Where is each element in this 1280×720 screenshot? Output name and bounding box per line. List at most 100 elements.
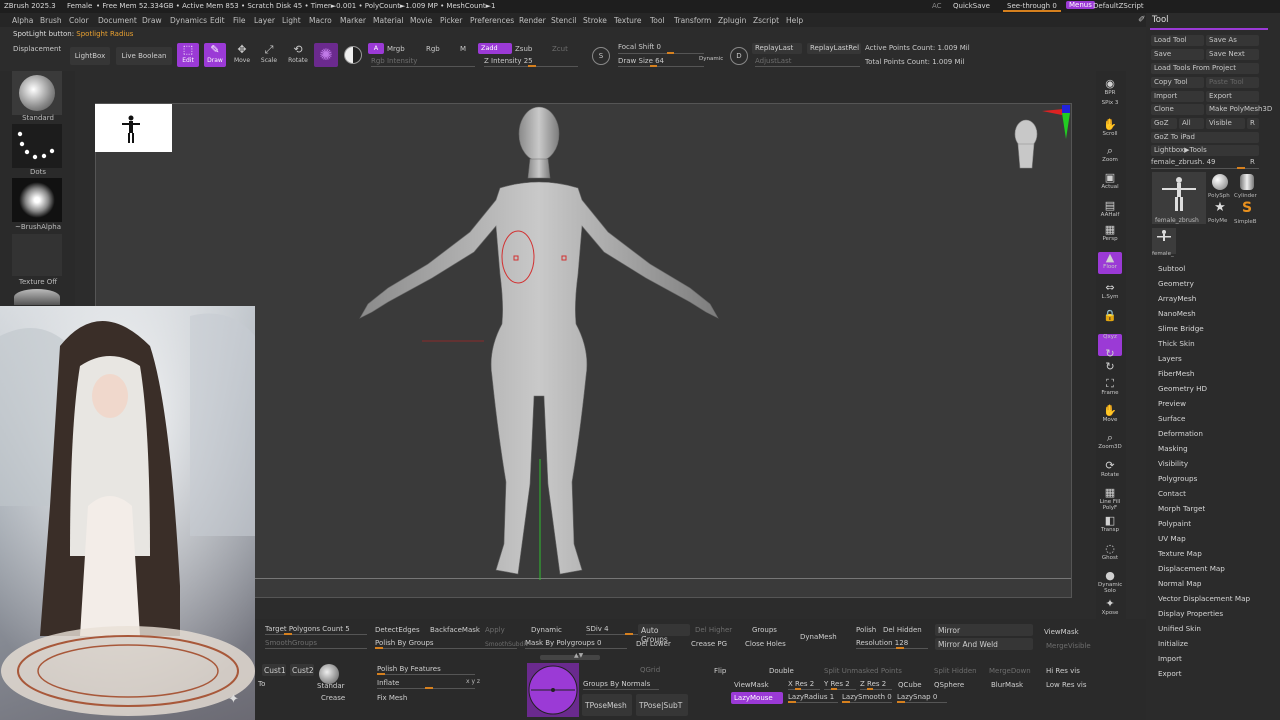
adjustlast-slider[interactable]: AdjustLast bbox=[755, 57, 791, 65]
viewmask-button-2[interactable]: ViewMask bbox=[734, 681, 769, 689]
mirror-button[interactable]: Mirror bbox=[935, 624, 1033, 636]
tool-button-2-0[interactable]: Load Tools From Project bbox=[1151, 63, 1259, 74]
a-toggle[interactable]: A bbox=[368, 43, 384, 54]
xyz-axis-icons[interactable]: x y z bbox=[466, 678, 480, 685]
split-unmasked-button[interactable]: Split Unmasked Points bbox=[824, 667, 902, 675]
view-button-4[interactable]: ▣ Actual bbox=[1098, 172, 1122, 194]
menu-preferences[interactable]: Preferences bbox=[470, 16, 514, 25]
material-sphere-icon[interactable] bbox=[344, 46, 362, 64]
view-button-3[interactable]: ⌕ Zoom bbox=[1098, 145, 1122, 167]
axis-gizmo-icon[interactable] bbox=[1036, 103, 1076, 143]
polish-by-features-slider[interactable]: Polish By Features bbox=[377, 665, 441, 673]
view-button-20[interactable]: ● Dynamic Solo bbox=[1098, 570, 1122, 595]
x-res-slider[interactable]: X Res 2 bbox=[788, 680, 814, 688]
view-button-2[interactable]: ✋ Scroll bbox=[1098, 119, 1122, 141]
menu-alpha[interactable]: Alpha bbox=[12, 16, 33, 25]
subpalette-23[interactable]: Display Properties bbox=[1158, 609, 1223, 618]
subpalette-13[interactable]: Visibility bbox=[1158, 459, 1188, 468]
subpalette-20[interactable]: Displacement Map bbox=[1158, 564, 1225, 573]
tool-button-1-0[interactable]: Save bbox=[1151, 49, 1204, 60]
menu-file[interactable]: File bbox=[233, 16, 246, 25]
tool-button-0-0[interactable]: Load Tool bbox=[1151, 35, 1204, 46]
viewmask-toggle[interactable]: ViewMask bbox=[1044, 628, 1079, 636]
subpalette-12[interactable]: Masking bbox=[1158, 444, 1188, 453]
cust1-button[interactable]: Cust1 bbox=[262, 664, 286, 676]
qgrid-button[interactable]: QGrid bbox=[640, 666, 660, 674]
subpalette-22[interactable]: Vector Displacement Map bbox=[1158, 594, 1250, 603]
tool-r-button[interactable]: R bbox=[1250, 158, 1255, 166]
live-boolean-button[interactable]: Live Boolean bbox=[116, 47, 172, 65]
subpalette-24[interactable]: Unified Skin bbox=[1158, 624, 1201, 633]
lazyradius-slider[interactable]: LazyRadius 1 bbox=[788, 693, 834, 701]
menu-marker[interactable]: Marker bbox=[340, 16, 366, 25]
subpalette-10[interactable]: Surface bbox=[1158, 414, 1185, 423]
view-button-18[interactable]: ◧ Transp bbox=[1098, 515, 1122, 537]
tool-button-6-2[interactable]: Visible bbox=[1206, 118, 1245, 129]
navigator-thumbnail[interactable] bbox=[95, 104, 172, 152]
qcube-button[interactable]: QCube bbox=[898, 681, 922, 689]
subpalette-2[interactable]: ArrayMesh bbox=[1158, 294, 1196, 303]
subpalette-26[interactable]: Import bbox=[1158, 654, 1182, 663]
default-zscript-button[interactable]: DefaultZScript bbox=[1093, 2, 1144, 10]
tool-thumb-female[interactable]: female_zbrush bbox=[1152, 172, 1206, 224]
move-mode-button[interactable]: ✥ Move bbox=[231, 43, 253, 67]
tool-pin-icon[interactable]: ✐ bbox=[1138, 15, 1146, 25]
del-hidden-button[interactable]: Del Hidden bbox=[883, 626, 922, 634]
m-button[interactable]: M bbox=[460, 45, 466, 53]
tool-button-6-3[interactable]: R bbox=[1247, 118, 1259, 129]
hi-res-vis-button[interactable]: Hi Res vis bbox=[1046, 667, 1080, 675]
mergedown-button[interactable]: MergeDown bbox=[989, 667, 1031, 675]
subpalette-5[interactable]: Thick Skin bbox=[1158, 339, 1195, 348]
subpalette-27[interactable]: Export bbox=[1158, 669, 1182, 678]
dynamic-subdiv-button[interactable]: Dynamic bbox=[531, 626, 562, 634]
female-mesh-model[interactable] bbox=[350, 104, 730, 580]
blurmask-button[interactable]: BlurMask bbox=[991, 681, 1023, 689]
edit-mode-button[interactable]: ⬚ Edit bbox=[177, 43, 199, 67]
tool-thumb-polysphere[interactable]: PolySph bbox=[1208, 172, 1232, 199]
view-button-17[interactable]: ▦ Line Fill PolyF bbox=[1098, 487, 1122, 512]
subpalette-6[interactable]: Layers bbox=[1158, 354, 1182, 363]
flip-button[interactable]: Flip bbox=[714, 667, 726, 675]
subpalette-16[interactable]: Morph Target bbox=[1158, 504, 1205, 513]
resolution-slider[interactable]: Resolution 128 bbox=[856, 639, 908, 647]
sdiv-slider[interactable]: SDiv 4 bbox=[586, 625, 609, 633]
z-res-slider[interactable]: Z Res 2 bbox=[860, 680, 886, 688]
subpalette-14[interactable]: Polygroups bbox=[1158, 474, 1197, 483]
menu-light[interactable]: Light bbox=[282, 16, 301, 25]
subpalette-17[interactable]: Polypaint bbox=[1158, 519, 1191, 528]
crease-button[interactable]: Crease bbox=[321, 694, 345, 702]
dots-stroke-button[interactable] bbox=[12, 124, 62, 168]
double-button[interactable]: Double bbox=[769, 667, 794, 675]
tposemesh-button[interactable]: TPoseMesh bbox=[582, 694, 632, 716]
subpalette-8[interactable]: Geometry HD bbox=[1158, 384, 1207, 393]
tool-button-4-1[interactable]: Export bbox=[1206, 91, 1259, 102]
subpalette-15[interactable]: Contact bbox=[1158, 489, 1186, 498]
rotate-mode-button[interactable]: ⟲ Rotate bbox=[287, 43, 309, 67]
menu-stroke[interactable]: Stroke bbox=[583, 16, 607, 25]
subpalette-11[interactable]: Deformation bbox=[1158, 429, 1203, 438]
gizmo-circle-button[interactable] bbox=[527, 663, 579, 717]
subpalette-25[interactable]: Initialize bbox=[1158, 639, 1188, 648]
subpalette-9[interactable]: Preview bbox=[1158, 399, 1186, 408]
smoothsubdiv-toggle[interactable]: SmoothSubdiv bbox=[485, 641, 529, 648]
menu-edit[interactable]: Edit bbox=[210, 16, 225, 25]
smoothgroups-slider[interactable]: SmoothGroups bbox=[265, 639, 317, 647]
detectedges-button[interactable]: DetectEdges bbox=[375, 626, 420, 634]
apply-button[interactable]: Apply bbox=[485, 626, 505, 634]
fix-mesh-button[interactable]: Fix Mesh bbox=[377, 694, 407, 702]
menu-layer[interactable]: Layer bbox=[254, 16, 275, 25]
groups-by-normals-slider[interactable]: Groups By Normals bbox=[583, 680, 650, 688]
zadd-button[interactable]: Zadd bbox=[478, 43, 512, 54]
auto-groups-button[interactable]: Auto Groups bbox=[638, 624, 690, 644]
view-button-16[interactable]: ⟳ Rotate bbox=[1098, 460, 1122, 482]
tool-button-5-1[interactable]: Make PolyMesh3D bbox=[1206, 104, 1272, 115]
tool-button-7-0[interactable]: GoZ To iPad bbox=[1151, 132, 1259, 143]
view-button-6[interactable]: ▦ Persp bbox=[1098, 224, 1122, 246]
tool-thumb-female-small[interactable]: female_ bbox=[1152, 228, 1176, 257]
draw-mode-button[interactable]: ✎ Draw bbox=[204, 43, 226, 67]
tool-button-6-0[interactable]: GoZ bbox=[1151, 118, 1177, 129]
zsub-button[interactable]: Zsub bbox=[515, 45, 532, 53]
view-button-21[interactable]: ✦ Xpose bbox=[1098, 598, 1122, 620]
zcut-button[interactable]: Zcut bbox=[552, 45, 568, 53]
z-intensity-slider[interactable]: Z Intensity 25 bbox=[484, 57, 533, 65]
